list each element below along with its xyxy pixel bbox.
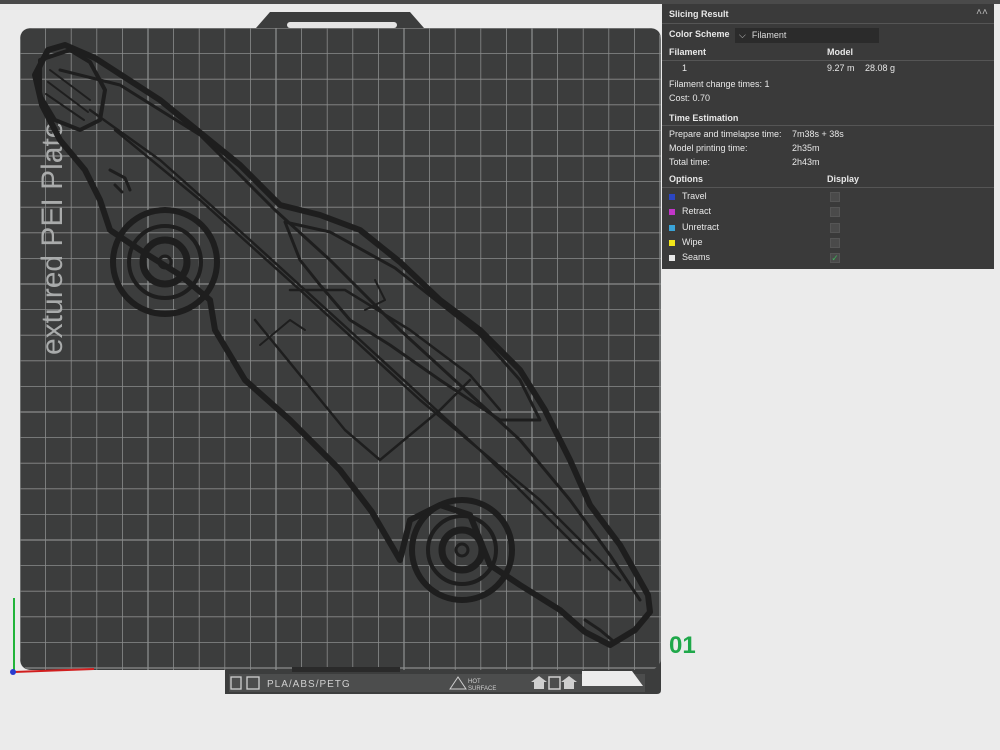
build-plate-viewport[interactable]: extured PEI Plate PLA/ABS/PETG HOT SURFA… xyxy=(0,0,662,750)
plate-material-label: PLA/ABS/PETG xyxy=(267,679,351,690)
option-color-swatch xyxy=(669,239,675,246)
divider xyxy=(662,60,994,61)
option-color-swatch xyxy=(669,194,675,200)
option-color-swatch xyxy=(669,209,675,216)
slicing-result-panel: Slicing Result ˄˄ Color Scheme ⌵ Filament… xyxy=(662,4,994,269)
model-header: Model xyxy=(827,47,853,57)
divider xyxy=(662,187,994,188)
display-checkbox-wipe[interactable] xyxy=(830,237,840,248)
option-label-retract: Retract xyxy=(682,206,712,217)
display-checkbox-retract[interactable] xyxy=(830,207,840,218)
panel-title: Slicing Result xyxy=(669,9,729,19)
option-label-unretract: Unretract xyxy=(682,221,720,232)
hot-surface-label-line1: HOT xyxy=(468,679,481,685)
display-checkbox-unretract[interactable] xyxy=(830,222,840,233)
divider xyxy=(662,23,994,24)
collapse-chevron-icon[interactable]: ˄˄ xyxy=(976,7,988,19)
display-checkbox-seams[interactable]: ✓ xyxy=(830,253,840,264)
plate-watermark: extured PEI Plate xyxy=(36,122,69,355)
prepare-time-value: 7m38s + 38s xyxy=(792,129,844,139)
option-color-swatch xyxy=(669,224,675,231)
build-plate xyxy=(20,12,661,694)
option-label-wipe: Wipe xyxy=(682,236,703,247)
model-printing-time-value: 2h35m xyxy=(792,143,820,153)
option-label-seams: Seams xyxy=(682,252,711,263)
plate-handle-slot xyxy=(287,22,397,28)
color-scheme-label: Color Scheme xyxy=(669,29,730,39)
display-header: Display xyxy=(827,174,860,184)
cost: Cost: 0.70 xyxy=(669,93,711,103)
divider xyxy=(662,125,994,126)
display-checkbox-travel[interactable] xyxy=(830,192,840,202)
total-time-value: 2h43m xyxy=(792,157,820,167)
filament-change-times: Filament change times: 1 xyxy=(669,79,770,89)
plate-number[interactable]: 01 xyxy=(669,632,696,660)
option-label-travel: Travel xyxy=(682,191,707,201)
time-estimation-header: Time Estimation xyxy=(669,113,739,123)
option-color-swatch xyxy=(669,255,675,262)
color-scheme-dropdown[interactable]: ⌵ Filament xyxy=(735,28,879,43)
filament-weight: 28.08 g xyxy=(865,63,896,73)
hot-surface-label-line2: SURFACE xyxy=(468,686,496,692)
color-scheme-value: Filament xyxy=(751,30,787,40)
chevron-down-icon: ⌵ xyxy=(739,30,746,40)
